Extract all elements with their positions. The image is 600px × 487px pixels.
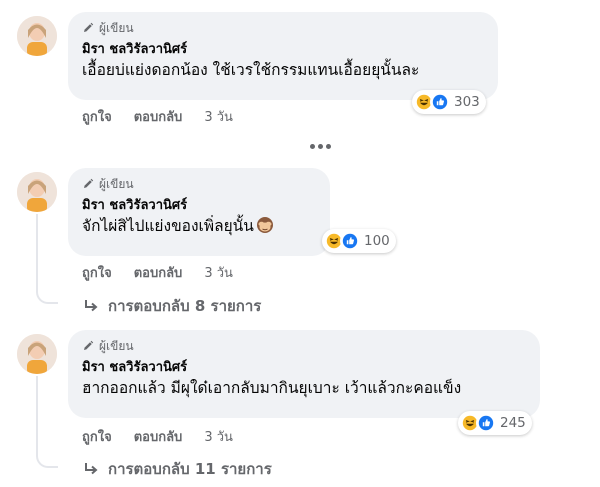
author-name[interactable]: มิรา ชลวิรัลวานิศร์ [82,41,484,58]
author-badge: ผู้เขียน [82,176,316,192]
view-replies-label: การตอบกลับ 8 รายการ [108,297,262,315]
comment-text-body: จักไผ่สิไปแย่งของเพิ่ลยุนั้น [82,217,254,235]
pen-icon [84,22,94,32]
author-badge-label: ผู้เขียน [99,338,134,353]
comment-text: จักไผ่สิไปแย่งของเพิ่ลยุนั้น [82,215,316,237]
see-no-evil-monkey-icon [256,217,273,233]
timestamp[interactable]: 3 วัน [204,262,233,283]
reaction-count: 303 [454,94,480,110]
like-icon [430,92,450,112]
reply-button[interactable]: ตอบกลับ [134,106,183,127]
reply-arrow-icon [85,300,98,312]
thread-line [36,376,38,452]
reaction-count: 245 [500,415,526,431]
comment-bubble: ผู้เขียน มิรา ชลวิรัลวานิศร์ เอื้อยบ่แย่… [68,12,498,100]
author-badge: ผู้เขียน [82,20,484,36]
comment-actions: ถูกใจ ตอบกลับ 3 วัน [82,262,233,283]
comment-actions: ถูกใจ ตอบกลับ 3 วัน [82,106,233,127]
author-name[interactable]: มิรา ชลวิรัลวานิศร์ [82,197,316,214]
like-button[interactable]: ถูกใจ [82,106,112,127]
reply-button[interactable]: ตอบกลับ [134,262,183,283]
avatar[interactable] [17,16,57,56]
timestamp[interactable]: 3 วัน [204,426,233,447]
view-replies-label: การตอบกลับ 11 รายการ [108,460,272,478]
author-badge-label: ผู้เขียน [99,20,134,35]
pen-icon [84,178,94,188]
avatar[interactable] [17,172,57,212]
thread-curve [36,450,58,468]
view-replies-link[interactable]: การตอบกลับ 8 รายการ [82,294,261,318]
comment-bubble: ผู้เขียน มิรา ชลวิรัลวานิศร์ จักไผ่สิไปแ… [68,168,330,256]
like-button[interactable]: ถูกใจ [82,426,112,447]
comment-actions: ถูกใจ ตอบกลับ 3 วัน [82,426,233,447]
timestamp[interactable]: 3 วัน [204,106,233,127]
pen-icon [84,340,94,350]
view-replies-link[interactable]: การตอบกลับ 11 รายการ [82,457,272,481]
reaction-summary[interactable]: 303 [412,90,486,114]
thread-curve [36,286,58,304]
like-button[interactable]: ถูกใจ [82,262,112,283]
reply-arrow-icon [85,463,98,475]
comment-text: เอื้อยบ่แย่งดอกน้อง ใช้เวรใช้กรรมแทนเอื้… [82,61,420,79]
comment-text: ฮากออกแล้ว มีผุใด๋เอากลับมากินยุเบาะ เว้… [82,379,462,397]
comment-bubble: ผู้เขียน มิรา ชลวิรัลวานิศร์ ฮากออกแล้ว … [68,330,540,418]
author-badge: ผู้เขียน [82,338,526,354]
reaction-summary[interactable]: 100 [322,229,396,253]
more-dots-icon[interactable] [308,140,332,152]
avatar[interactable] [17,334,57,374]
author-name[interactable]: มิรา ชลวิรัลวานิศร์ [82,359,526,376]
like-icon [340,231,360,251]
reaction-count: 100 [364,233,390,249]
reaction-summary[interactable]: 245 [458,411,532,435]
author-badge-label: ผู้เขียน [99,176,134,191]
reply-button[interactable]: ตอบกลับ [134,426,183,447]
thread-line [36,214,38,290]
like-icon [476,413,496,433]
